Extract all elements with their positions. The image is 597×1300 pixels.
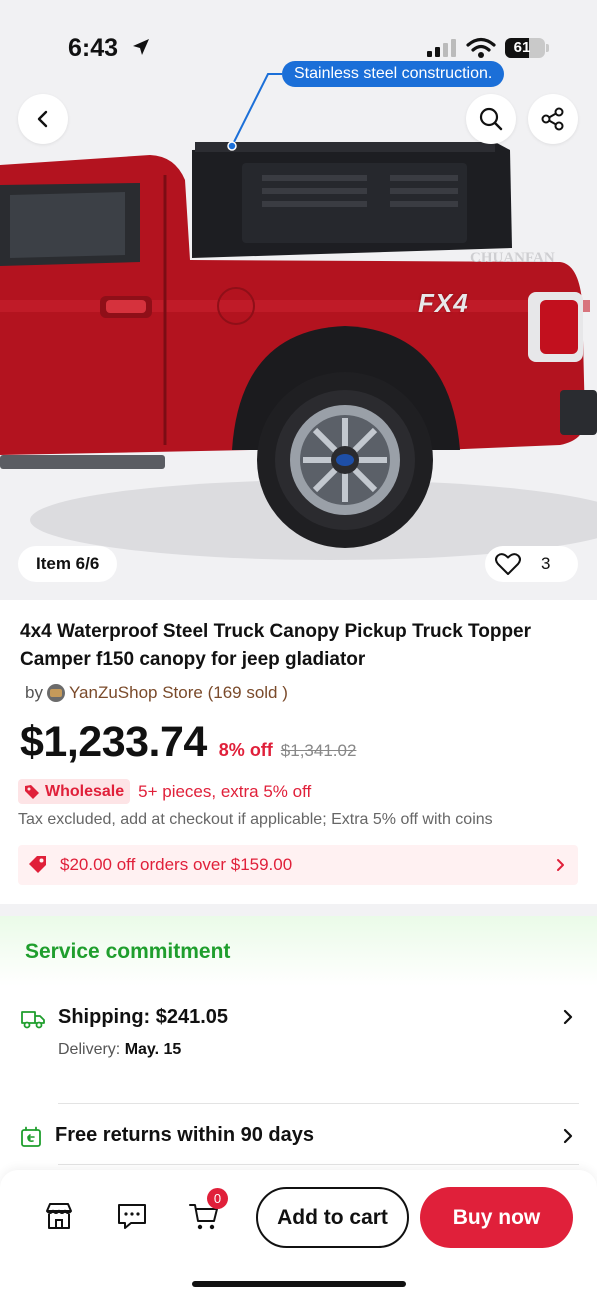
free-returns-label: Free returns within 90 days [55,1124,314,1146]
image-counter: Item 6/6 [18,546,118,582]
wishlist-count: 3 [541,554,551,573]
coupon-text: $20.00 off orders over $159.00 [60,855,293,874]
discount-percent: 8% off [218,740,273,760]
location-arrow-icon [133,39,149,55]
chat-button[interactable] [116,1200,148,1237]
search-button[interactable] [466,94,516,144]
wholesale-badge: Wholesale [18,779,131,804]
image-watermark: CHUANFAN [470,250,555,266]
delivery-date: May. 15 [124,1041,182,1058]
row-divider [58,1103,579,1104]
back-button[interactable] [18,94,68,144]
returns-icon [21,1126,41,1147]
delivery-prefix: Delivery: [58,1041,121,1058]
tag-icon [25,784,39,799]
add-to-cart-button[interactable]: Add to cart [256,1187,409,1248]
coupon-banner[interactable]: $20.00 off orders over $159.00 [18,845,578,885]
heart-icon [495,553,521,575]
fx4-badge: FX4 [418,288,469,318]
wholesale-badge-label: Wholesale [45,783,125,800]
cart-count-badge: 0 [207,1188,228,1209]
wifi-icon [466,37,496,58]
wholesale-offer-text: 5+ pieces, extra 5% off [138,781,312,801]
price-row: $1,233.74 8% off $1,341.02 [20,718,356,767]
tax-note: Tax excluded, add at checkout if applica… [18,811,493,828]
row-divider [58,1164,579,1165]
battery-cap [546,44,549,52]
chevron-right-icon [563,1009,573,1025]
store-icon [46,1203,72,1229]
section-divider [0,904,597,916]
wholesale-offer: Wholesale 5+ pieces, extra 5% off [18,779,311,804]
original-price: $1,341.02 [280,741,357,760]
status-time: 6:43 [68,34,119,62]
service-commitment-title: Service commitment [25,940,231,963]
chevron-right-icon [563,1128,573,1144]
share-button[interactable] [528,94,578,144]
chevron-right-icon [557,859,564,871]
buy-now-button[interactable]: Buy now [420,1187,573,1248]
chevron-left-icon [37,110,48,128]
product-title: 4x4 Waterproof Steel Truck Canopy Pickup… [20,621,532,670]
current-price: $1,233.74 [20,718,207,766]
battery-level: 61 [513,39,531,56]
image-callout: Stainless steel construction. [282,61,505,87]
cellular-signal-icon [427,39,456,57]
message-icon [118,1204,146,1229]
shipping-cost: Shipping: $241.05 [58,1006,229,1028]
by-label: by [25,683,43,702]
store-button[interactable] [43,1200,75,1237]
store-avatar [46,684,65,702]
delivery-estimate: Delivery: May. 15 [58,1041,181,1059]
store-link[interactable]: by YanZuShop Store (169 sold ) [25,683,288,703]
home-indicator[interactable] [192,1281,406,1287]
search-icon [479,107,503,131]
battery-indicator: 61 [505,38,545,58]
share-icon [541,107,564,131]
store-name: YanZuShop Store (169 sold ) [68,683,288,702]
wishlist-button[interactable]: 3 [485,546,578,582]
product-image-gallery[interactable]: FX4 CHUANFAN 6:43 61 Stainless steel con… [0,0,597,600]
shipping-truck-icon [21,1011,45,1029]
coupon-tag-icon [29,856,46,873]
